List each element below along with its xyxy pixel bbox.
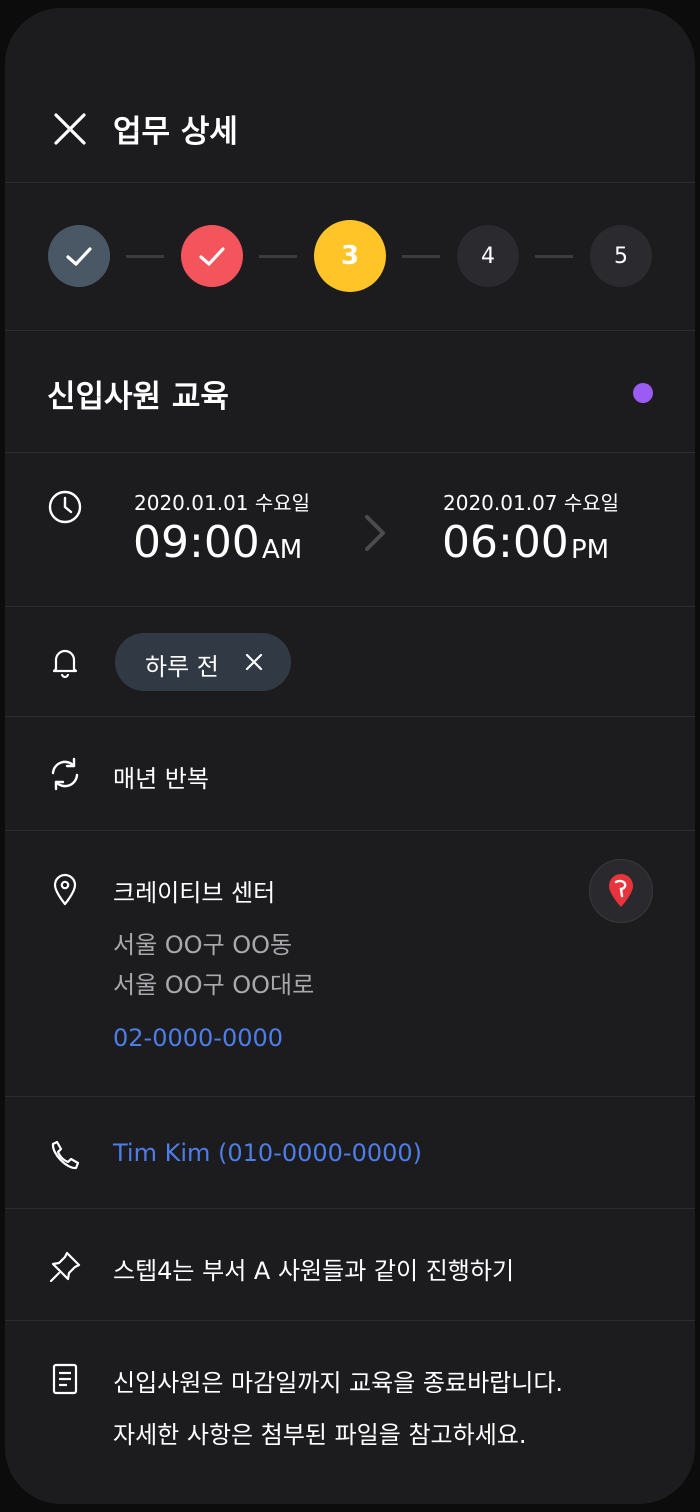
map-pin-icon bbox=[609, 874, 633, 907]
memo-line-1: 신입사원은 마감일까지 교육을 종료바랍니다. bbox=[113, 1369, 564, 1397]
end-ampm: PM bbox=[571, 535, 610, 565]
pinned-note-text: 스텝4는 부서 A 사원들과 같이 진행하기 bbox=[113, 1257, 515, 1285]
reminder-chip[interactable]: 하루 전 bbox=[115, 633, 291, 691]
map-button[interactable] bbox=[589, 859, 653, 923]
start-ampm: AM bbox=[262, 535, 303, 565]
reminder-section: 하루 전 bbox=[5, 607, 695, 717]
step-connector bbox=[126, 255, 164, 258]
phone-icon bbox=[51, 1140, 80, 1170]
location-section: 크레이티브 센터 서울 OO구 OO동 서울 OO구 OO대로 02-0000-… bbox=[5, 831, 695, 1097]
event-title: 신입사원 교육 bbox=[47, 379, 229, 415]
step-connector bbox=[259, 255, 297, 258]
repeat-section[interactable]: 매년 반복 bbox=[5, 717, 695, 831]
progress-stepper: 3 4 5 bbox=[5, 183, 695, 331]
bell-icon bbox=[52, 649, 78, 679]
step-1[interactable] bbox=[48, 225, 110, 287]
pin-icon bbox=[49, 1251, 81, 1283]
check-icon bbox=[66, 247, 92, 266]
location-phone-link[interactable]: 02-0000-0000 bbox=[113, 1024, 283, 1052]
chevron-right-icon bbox=[365, 515, 385, 551]
schedule-section[interactable]: 2020.01.01 수요일 09:00 AM 2020.01.07 수요일 0… bbox=[5, 453, 695, 607]
task-detail-screen: 업무 상세 3 4 5 신입사원 교육 2020.01.01 수요일 09:00… bbox=[5, 8, 695, 1504]
step-2[interactable] bbox=[181, 225, 243, 287]
address-line-2: 서울 OO구 OO대로 bbox=[113, 971, 315, 999]
step-4[interactable]: 4 bbox=[457, 225, 519, 287]
end-date: 2020.01.07 수요일 bbox=[443, 491, 620, 515]
location-pin-icon bbox=[53, 873, 77, 906]
document-icon bbox=[52, 1363, 78, 1395]
step-5[interactable]: 5 bbox=[590, 225, 652, 287]
header: 업무 상세 bbox=[5, 8, 695, 183]
repeat-icon bbox=[51, 757, 79, 791]
pinned-note-section: 스텝4는 부서 A 사원들과 같이 진행하기 bbox=[5, 1209, 695, 1321]
address-line-1: 서울 OO구 OO동 bbox=[113, 931, 293, 959]
event-title-section: 신입사원 교육 bbox=[5, 331, 695, 453]
close-icon bbox=[54, 113, 86, 145]
close-button[interactable] bbox=[49, 108, 91, 150]
check-icon bbox=[199, 247, 225, 266]
contact-link[interactable]: Tim Kim (010-0000-0000) bbox=[113, 1139, 422, 1167]
clock-icon bbox=[48, 490, 82, 524]
step-connector bbox=[402, 255, 440, 258]
memo-section: 신입사원은 마감일까지 교육을 종료바랍니다. 자세한 사항은 첨부된 파일을 … bbox=[5, 1321, 695, 1504]
step-connector bbox=[535, 255, 573, 258]
remove-icon[interactable] bbox=[243, 651, 265, 673]
repeat-label: 매년 반복 bbox=[113, 765, 209, 793]
page-title: 업무 상세 bbox=[113, 114, 238, 150]
event-color-dot bbox=[633, 383, 653, 403]
reminder-chip-label: 하루 전 bbox=[145, 653, 219, 681]
location-name: 크레이티브 센터 bbox=[113, 879, 276, 907]
step-3[interactable]: 3 bbox=[314, 220, 386, 292]
start-time: 09:00 bbox=[133, 517, 260, 568]
end-time: 06:00 bbox=[442, 517, 569, 568]
start-date: 2020.01.01 수요일 bbox=[134, 491, 311, 515]
contact-section: Tim Kim (010-0000-0000) bbox=[5, 1097, 695, 1209]
memo-line-2: 자세한 사항은 첨부된 파일을 참고하세요. bbox=[113, 1421, 527, 1449]
